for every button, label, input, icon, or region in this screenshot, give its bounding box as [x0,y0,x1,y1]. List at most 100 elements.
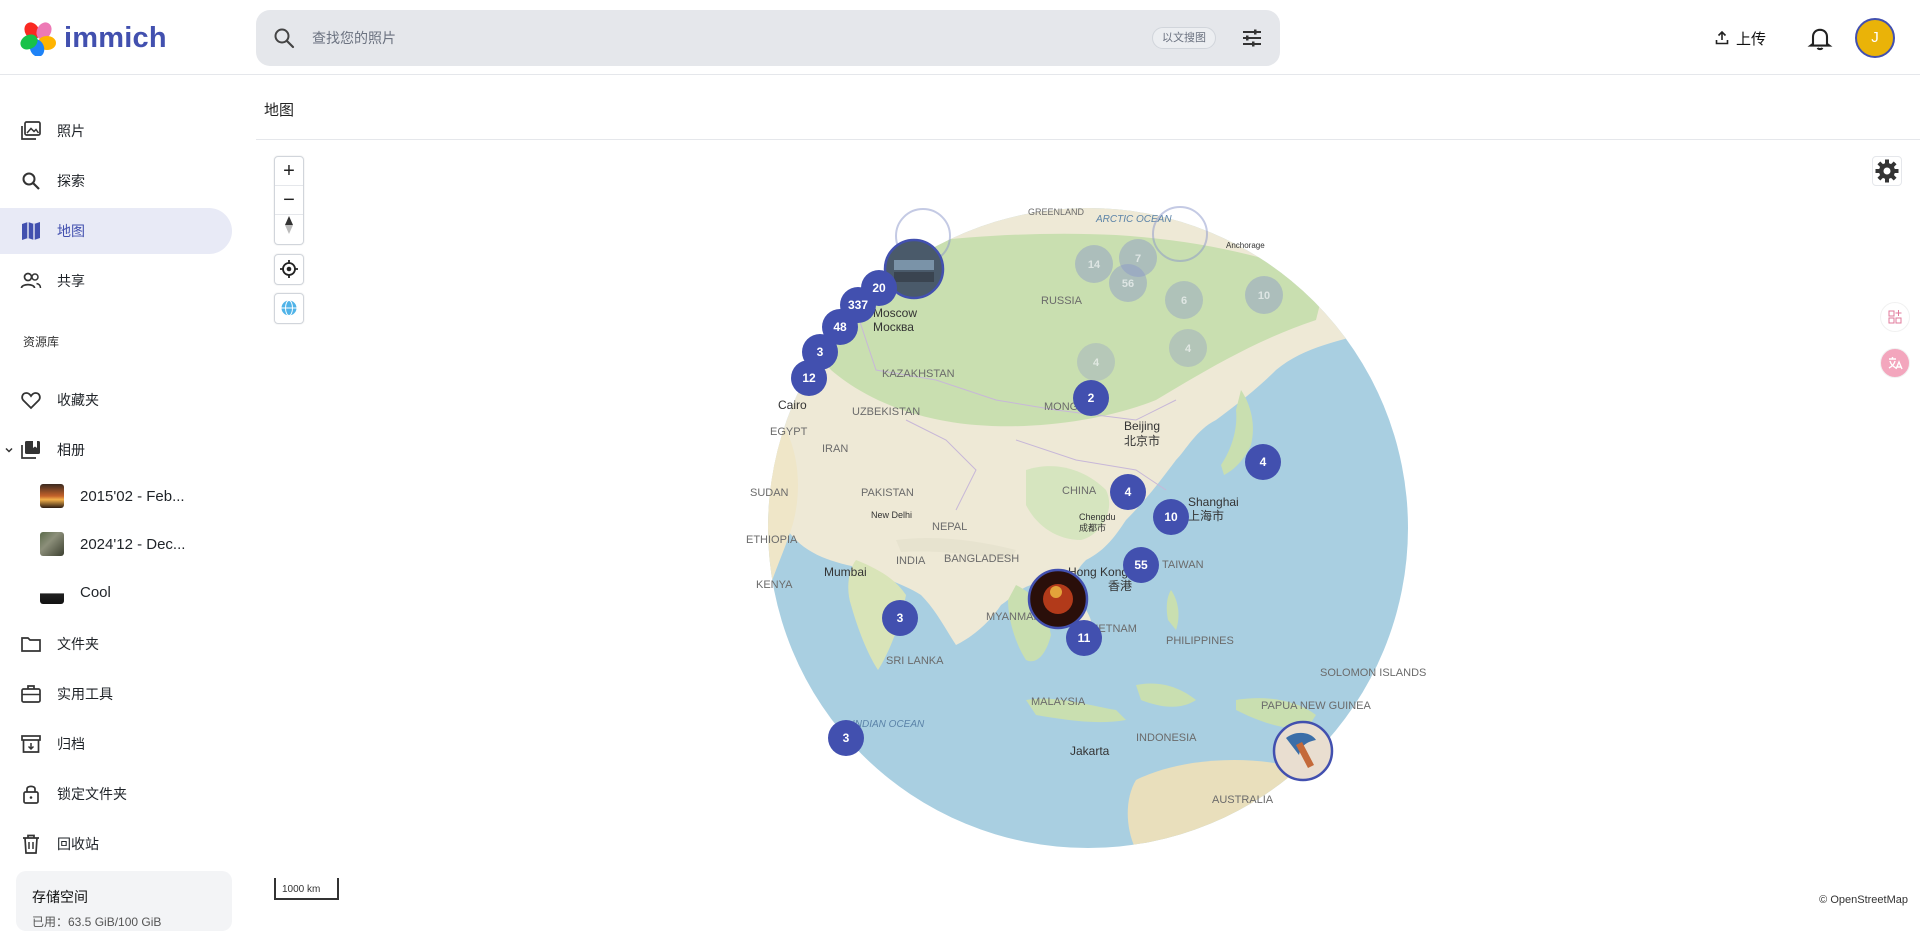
map-label: INDIA [896,555,926,567]
app-logo[interactable]: immich [20,20,167,56]
sidebar-item-trash[interactable]: 回收站 [0,821,232,867]
map-label: TAIWAN [1162,559,1204,571]
map-label: SUDAN [750,487,789,499]
album-item[interactable]: Cool [0,572,232,612]
album-label: Cool [80,583,111,601]
photo-thumb-detail [894,260,934,270]
map-label: IRAN [822,443,848,455]
globe-map[interactable]: GREENLAND ARCTIC OCEAN Anchorage RUSSIA … [256,140,1920,919]
cluster-count: 10 [1164,510,1178,524]
map-label: Anchorage [1226,241,1265,250]
cluster-count: 12 [802,371,816,385]
crosshair-icon [280,260,298,278]
cluster-count: 4 [1125,485,1132,499]
sidebar-item-sharing[interactable]: 共享 [0,258,232,304]
filter-settings-icon[interactable] [1240,26,1264,50]
cluster-count: 3 [897,611,904,625]
map-label: Jakarta [1070,744,1110,758]
map-label: Shanghai [1188,495,1239,509]
map-label: ETHIOPIA [746,534,798,546]
map-label: MALAYSIA [1031,696,1086,708]
zoom-out-button[interactable]: − [275,186,303,215]
page-title: 地图 [264,102,295,119]
toolbox-icon [21,685,41,703]
photo-thumb-detail [894,272,934,282]
faded-cluster-count: 4 [1093,357,1100,369]
album-label: 2024'12 - Dec... [80,535,186,553]
translate-widget-button[interactable] [1880,348,1910,378]
storage-title: 存储空间 [32,889,88,905]
chevron-down-icon[interactable] [3,444,15,456]
sidebar-item-label: 锁定文件夹 [57,786,127,802]
zoom-in-button[interactable]: + [275,157,303,186]
sidebar-item-explore[interactable]: 探索 [0,158,232,204]
search-mode-chip[interactable]: 以文搜图 [1152,27,1216,49]
map-label: PAKISTAN [861,487,914,499]
sidebar-item-label: 归档 [57,736,85,752]
faded-cluster-count: 4 [1185,343,1192,355]
upload-button[interactable]: 上传 [1714,22,1766,54]
cluster-count: 3 [843,731,850,745]
album-item[interactable]: 2024'12 - Dec... [0,524,232,564]
sidebar-item-label: 文件夹 [57,636,99,652]
cluster-count: 337 [848,298,868,312]
globe-toggle-button[interactable] [275,294,303,323]
map-label: Moscow [873,306,917,320]
map-label: UZBEKISTAN [852,406,920,418]
reset-north-button[interactable] [275,215,303,244]
side-widget-button[interactable] [1880,302,1910,332]
album-label: 2015'02 - Feb... [80,487,185,505]
sidebar-item-utilities[interactable]: 实用工具 [0,671,232,717]
sidebar-item-map[interactable]: 地图 [0,208,232,254]
map-label: Beijing [1124,419,1160,433]
upload-icon [1715,30,1729,45]
map-label: KENYA [756,579,793,591]
map-label: SRI LANKA [886,655,944,667]
archive-icon [21,735,41,753]
cluster-count: 55 [1134,558,1148,572]
globe-control [274,293,304,324]
map-view[interactable]: GREENLAND ARCTIC OCEAN Anchorage RUSSIA … [256,140,1920,919]
map-label: Chengdu [1079,512,1116,522]
map-icon [22,222,40,240]
map-label: 成都市 [1079,522,1106,533]
section-heading-library: 资源库 [23,335,60,349]
gear-icon [1875,159,1899,183]
sidebar-item-folders[interactable]: 文件夹 [0,621,232,667]
storage-usage: 已用：63.5 GiB/100 GiB [32,915,162,929]
user-avatar[interactable]: J [1855,18,1895,58]
notification-bell-icon[interactable] [1806,24,1834,52]
search-icon[interactable] [272,26,296,50]
sidebar-item-label: 探索 [57,173,85,189]
album-thumbnail [40,580,64,604]
sidebar-item-label: 收藏夹 [57,392,99,408]
locate-me-button[interactable] [275,255,303,284]
map-label: RUSSIA [1041,295,1083,307]
people-icon [20,272,42,289]
map-label: PAPUA NEW GUINEA [1261,700,1371,712]
faded-cluster-count: 14 [1088,259,1101,271]
compass-icon [285,216,293,234]
search-bar[interactable]: 以文搜图 [256,10,1280,66]
sidebar-item-albums[interactable]: 相册 [0,427,232,473]
map-settings-button[interactable] [1872,156,1902,186]
map-attribution[interactable]: © OpenStreetMap [1819,894,1908,906]
cluster-count: 3 [817,345,824,359]
map-label: BANGLADESH [944,553,1019,565]
faded-cluster-count: 10 [1258,290,1270,302]
sidebar-item-archive[interactable]: 归档 [0,721,232,767]
sidebar-item-locked-folder[interactable]: 锁定文件夹 [0,771,232,817]
faded-cluster-count: 56 [1122,278,1134,290]
map-label: EGYPT [770,426,808,438]
apps-icon [1888,310,1902,324]
map-label: Москва [873,320,914,334]
sidebar-item-label: 回收站 [57,836,99,852]
cluster-count: 48 [833,320,847,334]
search-input[interactable] [312,10,1112,66]
map-label: PHILIPPINES [1166,635,1234,647]
album-item[interactable]: 2015'02 - Feb... [0,476,232,516]
cluster-count: 11 [1078,631,1091,645]
map-label: CHINA [1062,485,1097,497]
sidebar-item-photos[interactable]: 照片 [0,108,232,154]
sidebar-item-favorites[interactable]: 收藏夹 [0,377,232,423]
